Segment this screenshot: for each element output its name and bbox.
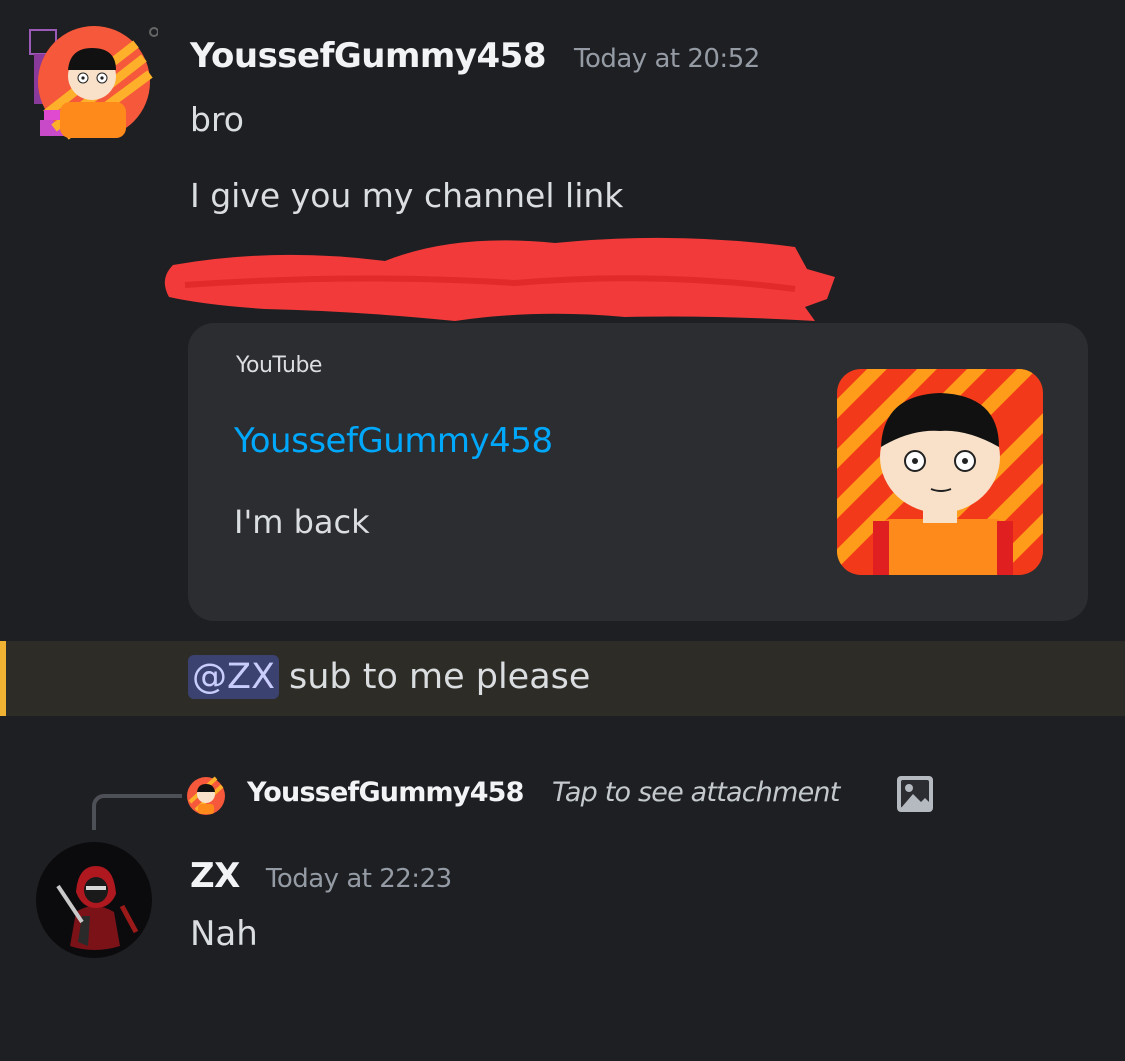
author-name[interactable]: YoussefGummy458 xyxy=(190,36,547,76)
reply-connector xyxy=(92,794,182,830)
user-mention[interactable]: @ZX xyxy=(188,655,279,699)
message-text: @ZX sub to me please xyxy=(188,655,591,699)
message-text: Nah xyxy=(190,914,258,954)
chat-log: YoussefGummy458 Today at 20:52 bro I giv… xyxy=(0,0,1125,1061)
message-header: ZX Today at 22:23 xyxy=(190,856,452,896)
message-timestamp: Today at 20:52 xyxy=(574,44,760,74)
embed-provider[interactable]: YouTube xyxy=(236,353,322,378)
mention-highlight-row: @ZX sub to me please xyxy=(0,641,1125,716)
embed-description: I'm back xyxy=(234,503,370,541)
message-text: I give you my channel link xyxy=(190,176,624,215)
author-name[interactable]: ZX xyxy=(190,856,240,896)
embed-thumbnail[interactable] xyxy=(837,369,1043,575)
message-header: YoussefGummy458 Today at 20:52 xyxy=(190,36,760,76)
reply-author-name[interactable]: YoussefGummy458 xyxy=(247,777,524,808)
image-icon[interactable] xyxy=(895,774,935,814)
reply-attachment-note[interactable]: Tap to see attachment xyxy=(552,777,840,808)
link-embed[interactable]: YouTube YoussefGummy458 I'm back xyxy=(188,323,1088,621)
avatar-zx-icon[interactable] xyxy=(36,842,152,958)
avatar-youssef-icon[interactable] xyxy=(26,24,158,146)
redaction-scribble xyxy=(164,237,836,321)
mention-message-text: sub to me please xyxy=(288,657,591,697)
embed-title-link[interactable]: YoussefGummy458 xyxy=(234,421,553,461)
reply-avatar-icon[interactable] xyxy=(186,776,226,816)
message-timestamp: Today at 22:23 xyxy=(265,864,452,894)
mention-indicator-bar xyxy=(0,641,6,716)
message-text: bro xyxy=(190,100,244,139)
